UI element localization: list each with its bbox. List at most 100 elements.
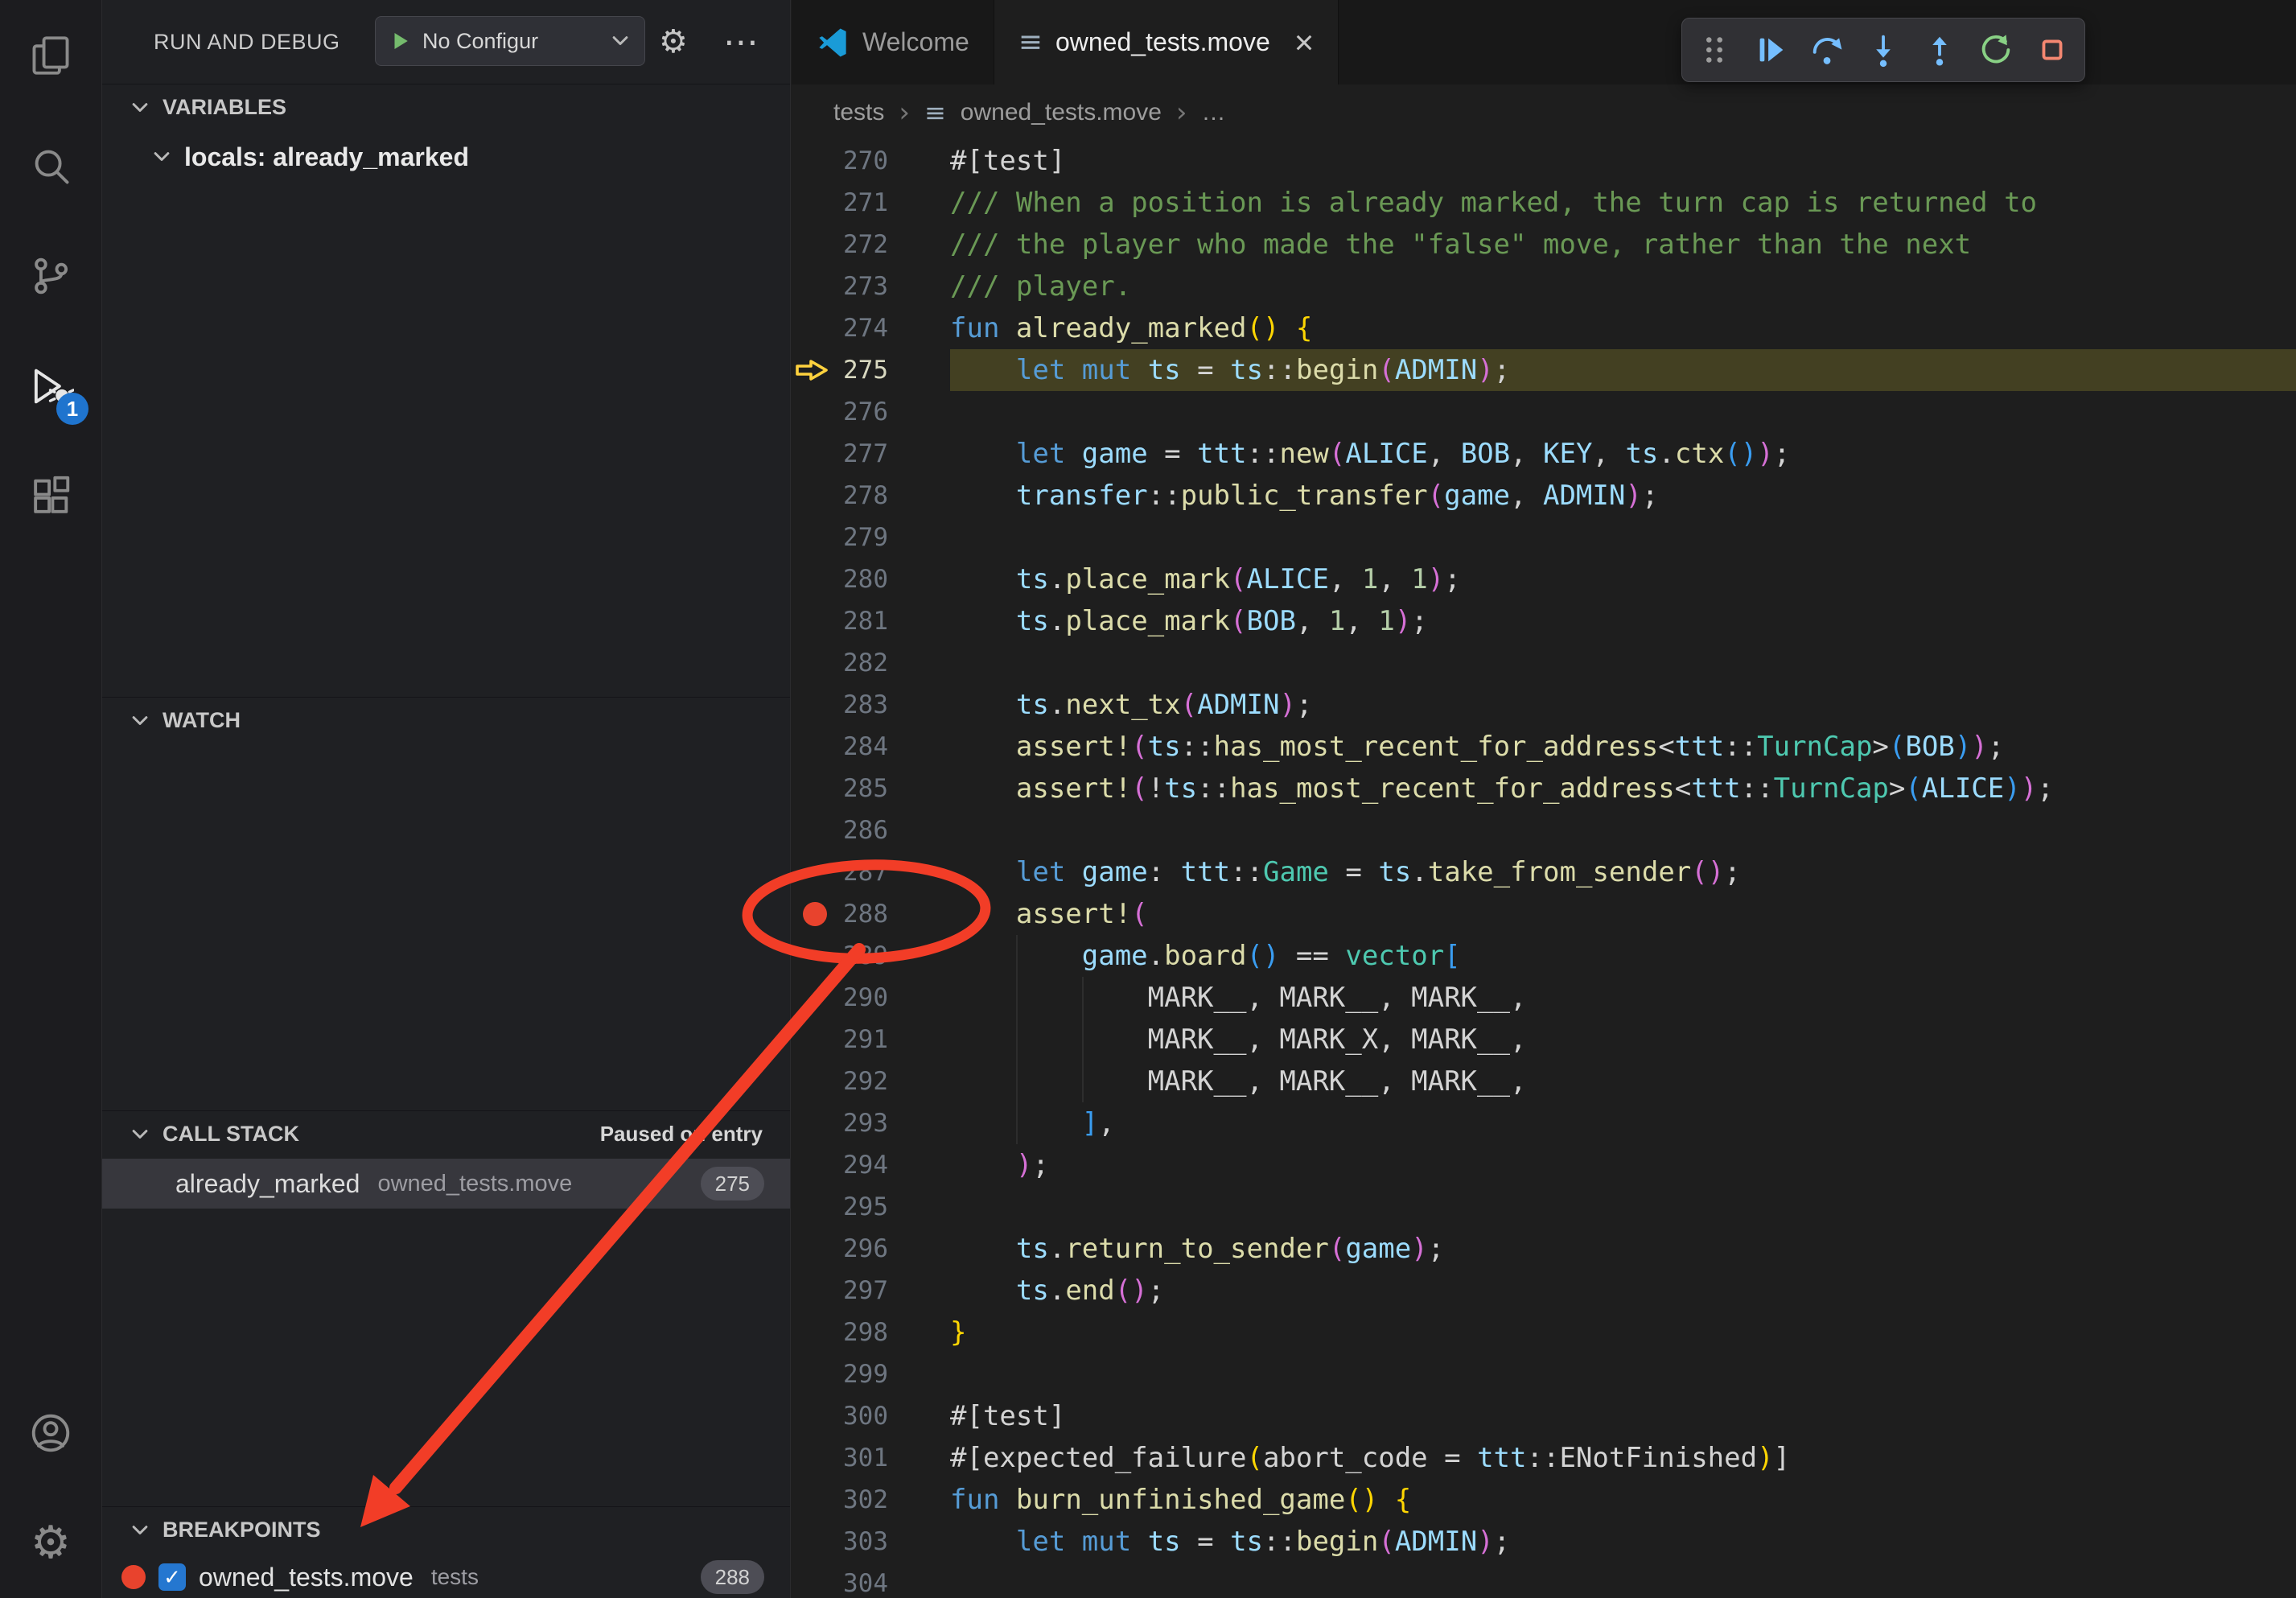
code-text[interactable]: let mut ts = ts::begin(ADMIN); [950, 1521, 2296, 1563]
tab-owned-tests-move[interactable]: ≡ owned_tests.move × [994, 0, 1339, 84]
more-actions-button[interactable]: ⋯ [723, 0, 759, 84]
code-text[interactable]: #[test] [950, 140, 2296, 182]
tab-welcome[interactable]: Welcome [792, 0, 994, 84]
code-text[interactable] [950, 1353, 2296, 1395]
gutter-cell[interactable]: 278 [792, 475, 950, 517]
gutter-cell[interactable]: 283 [792, 684, 950, 726]
gutter-cell[interactable]: 281 [792, 600, 950, 642]
code-text[interactable]: ts.place_mark(ALICE, 1, 1); [950, 558, 2296, 600]
code-text[interactable]: game.board() == vector[ [950, 935, 2296, 977]
code-text[interactable] [950, 809, 2296, 851]
code-text[interactable]: ], [950, 1102, 2296, 1144]
breadcrumb-item-tests[interactable]: tests [833, 99, 884, 126]
restart-button[interactable] [1975, 29, 2017, 71]
code-text[interactable]: #[test] [950, 1395, 2296, 1437]
variables-section-header[interactable]: VARIABLES [102, 84, 790, 130]
code-text[interactable]: transfer::public_transfer(game, ADMIN); [950, 475, 2296, 517]
code-text[interactable] [950, 391, 2296, 433]
account-button[interactable] [0, 1378, 101, 1488]
settings-button[interactable]: ⚙ [0, 1488, 101, 1598]
gutter-cell[interactable]: 273 [792, 266, 950, 307]
watch-section-header[interactable]: WATCH [102, 697, 790, 743]
code-text[interactable]: } [950, 1312, 2296, 1353]
breakpoint-row[interactable]: ✓ owned_tests.move tests 288 [102, 1555, 790, 1598]
step-into-button[interactable] [1862, 29, 1904, 71]
code-text[interactable]: ts.end(); [950, 1270, 2296, 1312]
code-text[interactable]: ts.return_to_sender(game); [950, 1228, 2296, 1270]
code-text[interactable]: assert!(!ts::has_most_recent_for_address… [950, 768, 2296, 809]
breadcrumb-item-file[interactable]: owned_tests.move [961, 99, 1162, 126]
gutter-cell[interactable]: 293 [792, 1102, 950, 1144]
code-text[interactable]: assert!(ts::has_most_recent_for_address<… [950, 726, 2296, 768]
gutter-cell[interactable]: 285 [792, 768, 950, 809]
gutter-cell[interactable]: 284 [792, 726, 950, 768]
step-out-button[interactable] [1919, 29, 1961, 71]
gutter-cell[interactable]: 297 [792, 1270, 950, 1312]
gutter-cell[interactable]: 288 [792, 893, 950, 935]
code-text[interactable]: fun already_marked() { [950, 307, 2296, 349]
gutter-cell[interactable]: 282 [792, 642, 950, 684]
code-text[interactable]: ts.place_mark(BOB, 1, 1); [950, 600, 2296, 642]
code-text[interactable]: #[expected_failure(abort_code = ttt::ENo… [950, 1437, 2296, 1479]
variables-scope-row[interactable]: locals: already_marked [102, 134, 790, 180]
breakpoint-checkbox[interactable]: ✓ [158, 1563, 186, 1591]
gutter-cell[interactable]: 290 [792, 977, 950, 1019]
stop-button[interactable] [2031, 29, 2073, 71]
gutter-cell[interactable]: 298 [792, 1312, 950, 1353]
close-icon[interactable]: × [1294, 26, 1315, 60]
call-stack-section-header[interactable]: CALL STACK Paused on entry [102, 1110, 790, 1157]
gutter-cell[interactable]: 303 [792, 1521, 950, 1563]
gutter-cell[interactable]: 304 [792, 1563, 950, 1598]
gutter-cell[interactable]: 301 [792, 1437, 950, 1479]
gutter-cell[interactable]: 272 [792, 224, 950, 266]
search-button[interactable] [0, 110, 101, 220]
gutter-cell[interactable]: 295 [792, 1186, 950, 1228]
code-text[interactable]: let game: ttt::Game = ts.take_from_sende… [950, 851, 2296, 893]
breadcrumb-item-more[interactable]: … [1202, 99, 1226, 126]
gutter-cell[interactable]: 299 [792, 1353, 950, 1395]
code-text[interactable]: MARK__, MARK__, MARK__, [950, 977, 2296, 1019]
code-text[interactable]: assert!( [950, 893, 2296, 935]
gutter-cell[interactable]: 271 [792, 182, 950, 224]
debug-settings-gear[interactable]: ⚙ [659, 0, 688, 84]
extensions-button[interactable] [0, 441, 101, 551]
code-text[interactable] [950, 642, 2296, 684]
gutter-cell[interactable]: 279 [792, 517, 950, 558]
breakpoint-dot-icon[interactable] [803, 902, 827, 926]
gutter-cell[interactable]: 270 [792, 140, 950, 182]
run-and-debug-button[interactable]: 1 [0, 331, 101, 441]
gutter-cell[interactable]: 280 [792, 558, 950, 600]
gutter-cell[interactable]: 276 [792, 391, 950, 433]
gutter-cell[interactable]: 289 [792, 935, 950, 977]
code-text[interactable]: /// the player who made the "false" move… [950, 224, 2296, 266]
toolbar-drag-handle[interactable] [1693, 29, 1735, 71]
continue-button[interactable] [1750, 29, 1792, 71]
gutter-cell[interactable]: 300 [792, 1395, 950, 1437]
code-text[interactable]: MARK__, MARK__, MARK__, [950, 1061, 2296, 1102]
gutter-cell[interactable]: 274 [792, 307, 950, 349]
debug-config-dropdown[interactable]: No Configur [375, 16, 645, 66]
gutter-cell[interactable]: 292 [792, 1061, 950, 1102]
call-stack-frame-row[interactable]: already_marked owned_tests.move 275 [102, 1159, 790, 1209]
code-text[interactable] [950, 1186, 2296, 1228]
explorer-button[interactable] [0, 0, 101, 110]
breakpoints-section-header[interactable]: BREAKPOINTS [102, 1506, 790, 1553]
code-text[interactable] [950, 1563, 2296, 1598]
code-text[interactable]: MARK__, MARK_X, MARK__, [950, 1019, 2296, 1061]
code-text[interactable]: fun burn_unfinished_game() { [950, 1479, 2296, 1521]
gutter-cell[interactable]: 275 [792, 349, 950, 391]
gutter-cell[interactable]: 302 [792, 1479, 950, 1521]
gutter-cell[interactable]: 296 [792, 1228, 950, 1270]
code-text[interactable]: ts.next_tx(ADMIN); [950, 684, 2296, 726]
step-over-button[interactable] [1806, 29, 1848, 71]
gutter-cell[interactable]: 291 [792, 1019, 950, 1061]
gutter-cell[interactable]: 286 [792, 809, 950, 851]
code-text[interactable]: /// When a position is already marked, t… [950, 182, 2296, 224]
source-control-button[interactable] [0, 220, 101, 331]
gutter-cell[interactable]: 277 [792, 433, 950, 475]
code-text[interactable] [950, 517, 2296, 558]
gutter-cell[interactable]: 287 [792, 851, 950, 893]
code-text[interactable]: ); [950, 1144, 2296, 1186]
code-text[interactable]: /// player. [950, 266, 2296, 307]
code-text[interactable]: let game = ttt::new(ALICE, BOB, KEY, ts.… [950, 433, 2296, 475]
